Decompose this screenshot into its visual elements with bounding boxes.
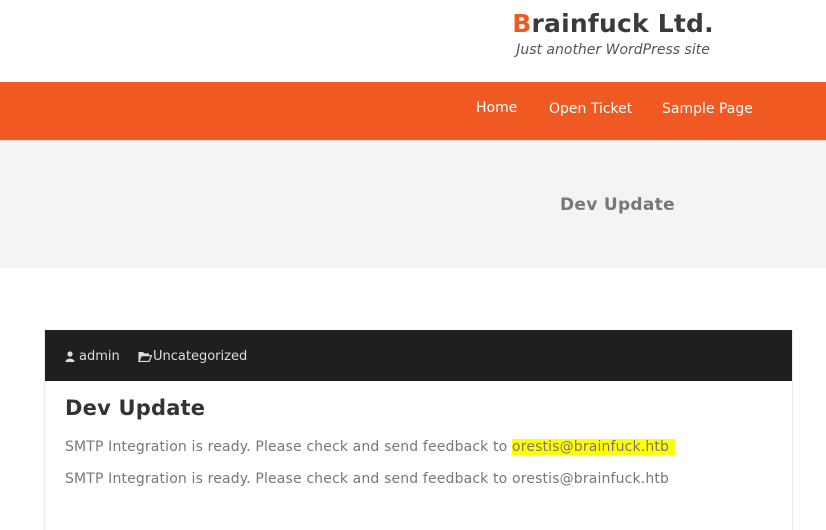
nav-item-home[interactable]: Home xyxy=(476,100,517,116)
post-content-line: SMTP Integration is ready. Please check … xyxy=(65,471,670,487)
banner-title: Dev Update xyxy=(560,195,675,215)
post-meta-bar: admin Uncategorized xyxy=(45,330,792,381)
post-category[interactable]: Uncategorized xyxy=(138,349,247,364)
site-header: Brainfuck Ltd. Just another WordPress si… xyxy=(0,0,826,82)
post-title[interactable]: Dev Update xyxy=(65,396,205,420)
user-icon xyxy=(65,351,75,362)
post-content-line: SMTP Integration is ready. Please check … xyxy=(65,439,676,455)
main-navigation: Home Open Ticket Sample Page xyxy=(0,82,826,140)
post-text: SMTP Integration is ready. Please check … xyxy=(65,439,512,455)
site-title[interactable]: Brainfuck Ltd. xyxy=(512,8,714,40)
site-title-first-letter[interactable]: B xyxy=(512,9,531,38)
nav-item-open-ticket[interactable]: Open Ticket xyxy=(549,101,632,117)
post-author[interactable]: admin xyxy=(65,349,120,364)
page-banner: Dev Update xyxy=(0,141,826,268)
post-author-name[interactable]: admin xyxy=(79,349,120,364)
highlighted-email[interactable]: orestis@brainfuck.htb xyxy=(512,439,676,455)
site-branding: Brainfuck Ltd. Just another WordPress si… xyxy=(512,8,714,58)
post-category-name[interactable]: Uncategorized xyxy=(153,349,247,364)
folder-open-icon xyxy=(138,351,152,362)
site-title-rest[interactable]: rainfuck Ltd. xyxy=(532,9,714,38)
site-tagline: Just another WordPress site xyxy=(516,42,710,58)
nav-item-sample-page[interactable]: Sample Page xyxy=(662,101,753,117)
post-article: admin Uncategorized Dev Update SMTP Inte… xyxy=(44,330,793,530)
